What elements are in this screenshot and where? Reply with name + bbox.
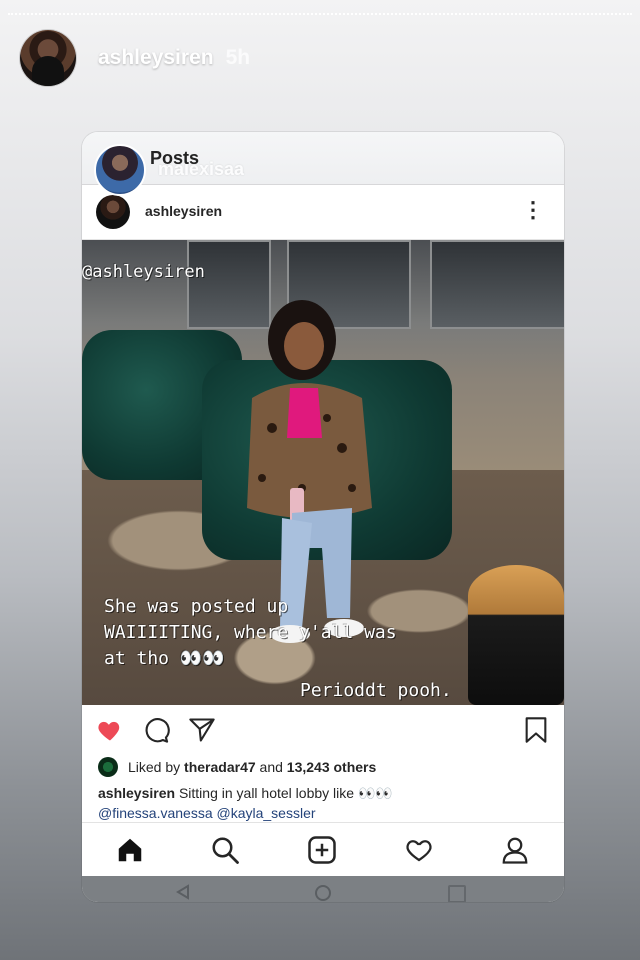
story-progress-bar bbox=[8, 13, 632, 15]
android-system-bar bbox=[82, 876, 564, 902]
post-actions-bar bbox=[82, 705, 564, 753]
overlay-text-line: Perioddt pooh. bbox=[300, 680, 452, 701]
caption-text: Sitting in yall hotel lobby like 👀👀 bbox=[178, 785, 393, 801]
home-icon[interactable] bbox=[115, 835, 145, 865]
overlay-text-line: WAIIIITING, where y'all was bbox=[104, 622, 397, 643]
post-photo[interactable]: @ashleysiren She was posted up WAIIIITIN… bbox=[82, 240, 564, 705]
overlay-text-line: at tho 👀👀 bbox=[104, 648, 225, 669]
story-username[interactable]: ashleysiren bbox=[98, 46, 214, 70]
caption-username[interactable]: ashleysiren bbox=[98, 785, 175, 801]
bottom-navigation bbox=[82, 822, 564, 877]
likes-summary[interactable]: Liked by theradar47 and 13,243 others bbox=[98, 755, 376, 779]
liker-avatar bbox=[98, 757, 118, 777]
story-timestamp: 5h bbox=[225, 46, 251, 69]
back-triangle-icon[interactable] bbox=[176, 884, 190, 900]
post-author-avatar[interactable] bbox=[96, 195, 130, 229]
wooden-stool bbox=[468, 565, 564, 705]
save-bookmark-icon[interactable] bbox=[522, 716, 550, 744]
tagged-user-avatar[interactable] bbox=[94, 144, 146, 196]
comment-icon[interactable] bbox=[142, 716, 170, 744]
overlay-mention-tag[interactable]: @ashleysiren bbox=[82, 262, 205, 282]
more-options-icon[interactable]: ⋮ bbox=[522, 199, 544, 221]
activity-heart-icon[interactable] bbox=[404, 835, 434, 865]
posts-title: Posts bbox=[150, 148, 200, 168]
likes-count[interactable]: 13,243 others bbox=[287, 759, 377, 775]
caption-mentions[interactable]: @finessa.vanessa @kayla_sessler bbox=[98, 805, 316, 821]
share-paper-plane-icon[interactable] bbox=[188, 716, 216, 744]
post-caption: ashleysiren Sitting in yall hotel lobby … bbox=[98, 783, 548, 823]
overlay-text-line: She was posted up bbox=[104, 596, 289, 617]
profile-icon[interactable] bbox=[500, 835, 530, 865]
lobby-window bbox=[430, 240, 564, 329]
story-avatar[interactable] bbox=[20, 30, 76, 86]
like-heart-icon[interactable] bbox=[96, 716, 124, 744]
liker-username[interactable]: theradar47 bbox=[184, 759, 256, 775]
likes-middle: and bbox=[259, 759, 283, 775]
search-icon[interactable] bbox=[210, 835, 240, 865]
shared-post-screenshot: malexisaa Posts ashleysiren ⋮ @ashleysir… bbox=[82, 132, 564, 902]
recents-square-icon[interactable] bbox=[448, 885, 466, 902]
new-post-icon[interactable] bbox=[307, 835, 337, 865]
post-author-username[interactable]: ashleysiren bbox=[145, 203, 222, 219]
story-header: ashleysiren 5h bbox=[20, 30, 250, 86]
person-figure bbox=[247, 300, 372, 643]
likes-prefix: Liked by bbox=[128, 759, 181, 775]
post-header: ashleysiren ⋮ bbox=[82, 185, 564, 240]
home-circle-icon[interactable] bbox=[314, 884, 332, 902]
